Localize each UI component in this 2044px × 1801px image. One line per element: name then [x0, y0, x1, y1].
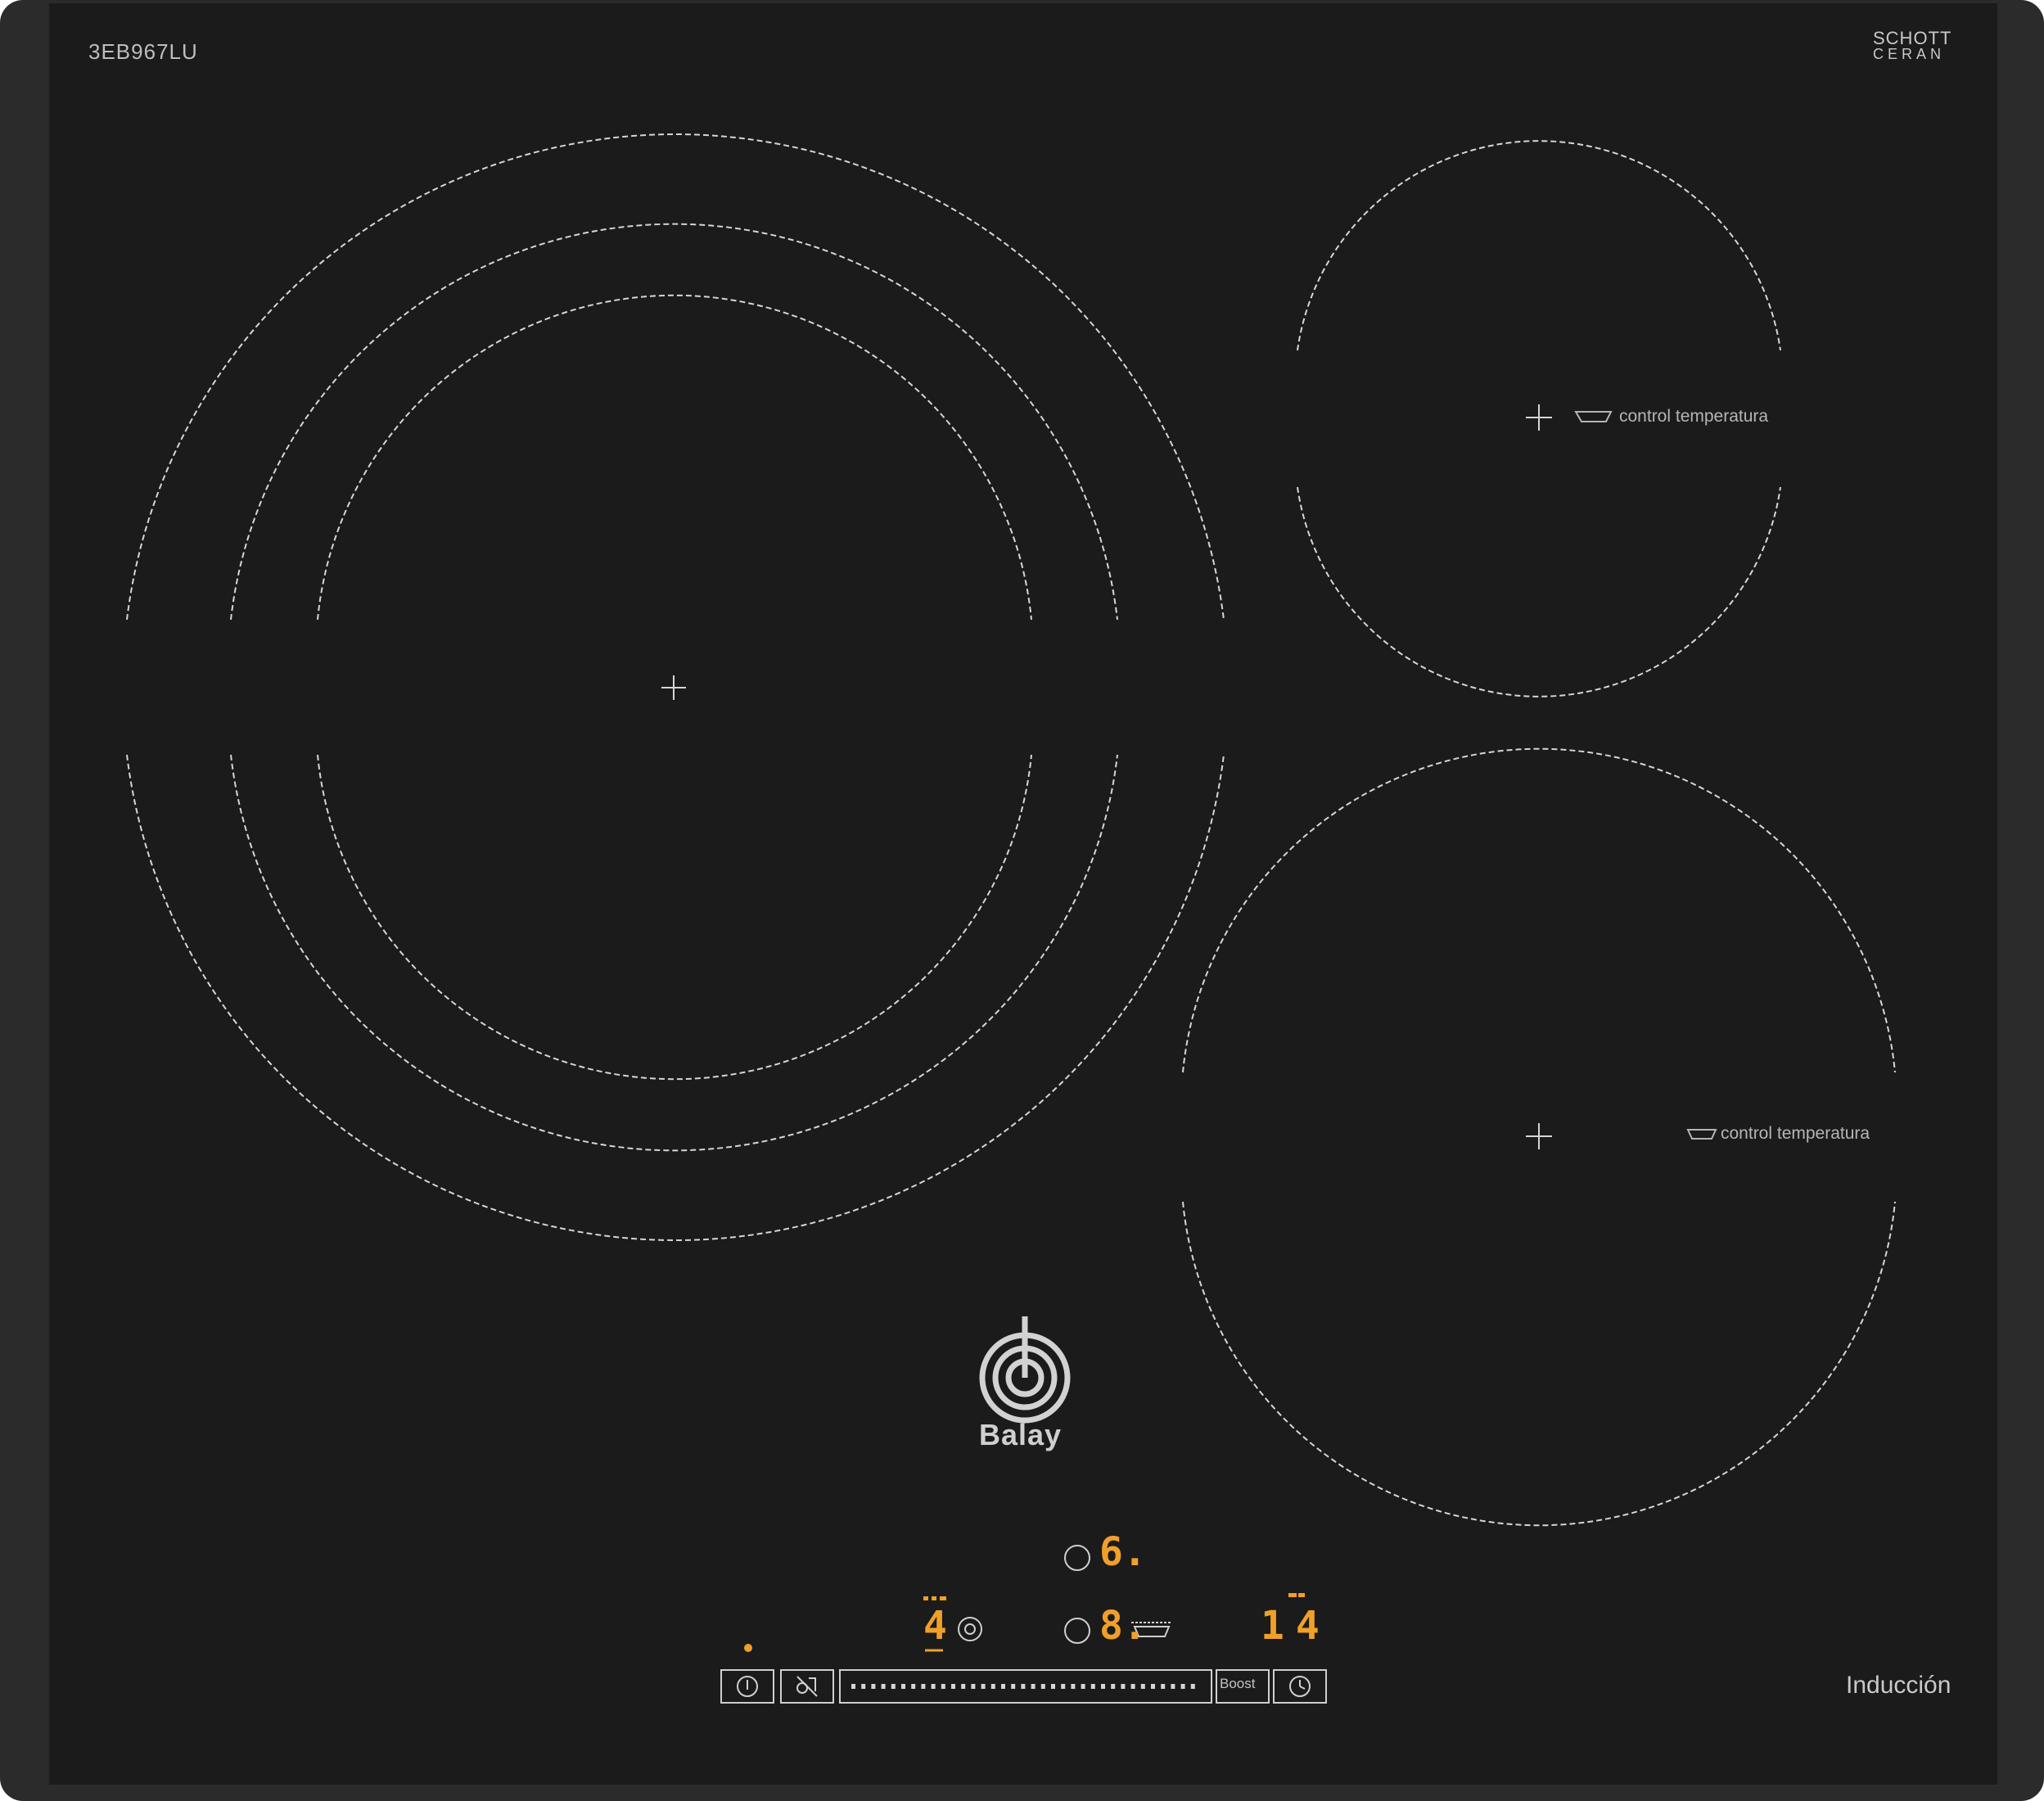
timer-display: 14	[1261, 1603, 1331, 1649]
zone-setting-display-top: 6.	[1099, 1529, 1147, 1575]
boost-label: Boost	[1220, 1676, 1256, 1691]
glass-surface	[49, 3, 1997, 1785]
technology-label: Inducción	[1846, 1672, 1952, 1699]
zone-power-level-display: 4	[923, 1603, 947, 1649]
hob-zone-indicator-icon	[923, 1596, 946, 1600]
timer-zone-indicator-icon	[1288, 1593, 1305, 1597]
induction-hob	[0, 0, 2044, 1801]
brand-name: Balay	[979, 1418, 1063, 1451]
glass-brand-logo-line2: CERAN	[1873, 46, 1946, 62]
zone-bottom-right-feature-label: control temperatura	[1721, 1124, 1870, 1143]
zone-top-right-feature-label: control temperatura	[1619, 407, 1769, 426]
zone-setting-display-bottom: 8.	[1099, 1603, 1147, 1649]
model-code: 3EB967LU	[88, 39, 198, 64]
power-on-indicator-light	[744, 1644, 752, 1652]
